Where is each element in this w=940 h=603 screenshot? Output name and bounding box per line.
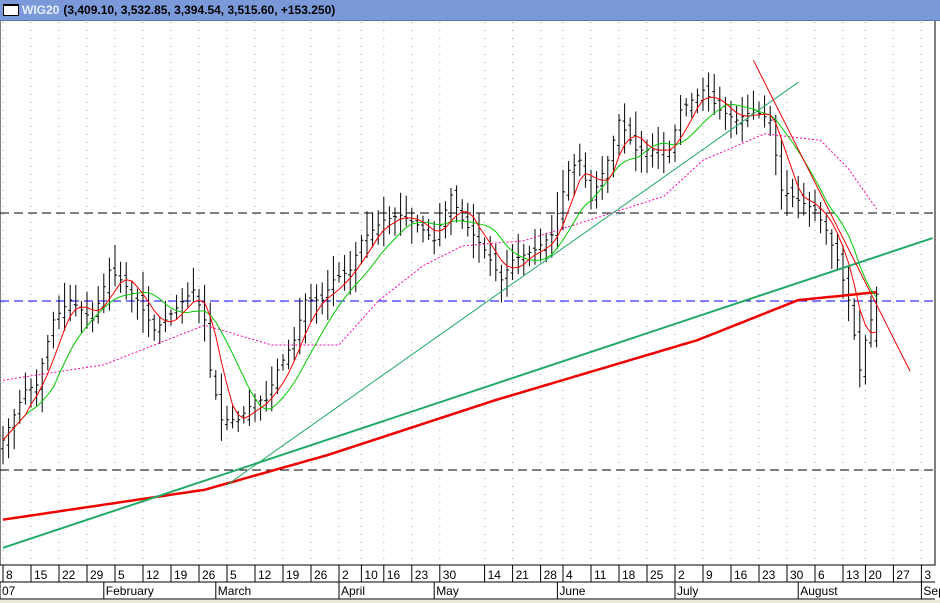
x-tick-label: 26 [202,568,216,582]
month-label: May [436,584,459,598]
x-tick-label: 14 [488,568,502,582]
x-tick-label: 23 [762,568,776,582]
x-tick-label: 21 [516,568,530,582]
month-label: 07 [2,584,16,598]
ohlc-values: (3,409.10, 3,532.85, 3,394.54, 3,515.60,… [63,3,336,17]
month-label: April [341,584,365,598]
x-tick-label: 19 [174,568,188,582]
x-tick-label: 26 [314,568,328,582]
month-label: March [218,584,251,598]
x-tick-label: 2 [342,568,349,582]
x-tick-label: 23 [415,568,429,582]
x-tick-label: 28 [544,568,558,582]
x-tick-label: 12 [146,568,160,582]
x-tick-label: 15 [34,568,48,582]
month-label: Sep [923,584,940,598]
x-tick-label: 4 [566,568,573,582]
x-tick-label: 6 [818,568,825,582]
x-tick-label: 8 [6,568,13,582]
x-tick-label: 30 [443,568,457,582]
x-tick-label: 20 [868,568,882,582]
x-tick-label: 2 [678,568,685,582]
x-tick-label: 10 [364,568,378,582]
x-tick-label: 30 [790,568,804,582]
x-tick-label: 19 [286,568,300,582]
month-label: August [800,584,838,598]
price-chart[interactable]: 8 15 22 29 5 12 19 26 5 12 19 26 2 10 16 23 30 14 21 28 4 11 1… [0,0,940,603]
x-tick-label: 3 [924,568,931,582]
x-tick-label: 16 [734,568,748,582]
x-tick-label: 18 [622,568,636,582]
title-bar: WIG20 (3,409.10, 3,532.85, 3,394.54, 3,5… [0,0,940,21]
window-icon[interactable] [3,4,19,16]
x-tick-label: 13 [846,568,860,582]
x-tick-label: 29 [90,568,104,582]
month-label: February [106,584,154,598]
x-tick-label: 5 [230,568,237,582]
month-label: July [677,584,698,598]
x-tick-label: 27 [896,568,910,582]
x-tick-label: 25 [650,568,664,582]
month-label: June [559,584,585,598]
x-tick-label: 11 [594,568,607,582]
x-tick-label: 22 [62,568,76,582]
x-tick-label: 5 [118,568,125,582]
x-tick-label: 16 [387,568,401,582]
x-tick-label: 9 [706,568,713,582]
x-tick-label: 12 [258,568,272,582]
symbol-name: WIG20 [22,3,60,17]
